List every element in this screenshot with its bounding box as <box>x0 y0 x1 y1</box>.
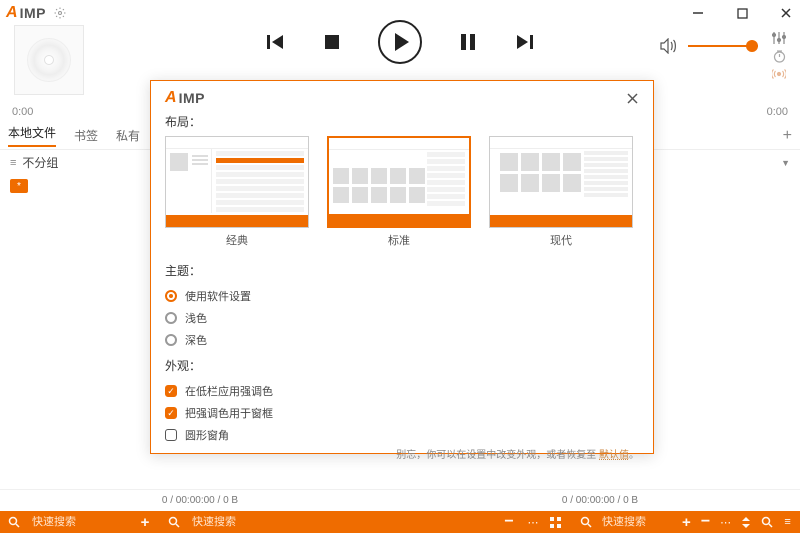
disc-icon <box>27 38 71 82</box>
search-icon[interactable] <box>8 516 22 528</box>
appearance-accent-frame[interactable]: ✓把强调色用于窗框 <box>165 405 639 421</box>
layout-modern[interactable]: 现代 <box>489 136 633 248</box>
radio-icon <box>165 290 177 302</box>
status-right: 0 / 00:00:00 / 0 B <box>400 495 800 506</box>
status-left: 0 / 00:00:00 / 0 B <box>0 495 400 506</box>
time-remaining: 0:00 <box>767 106 788 118</box>
pause-button[interactable] <box>458 32 478 52</box>
bottom-right-segment: + − ⋯ ≡ <box>572 513 800 531</box>
chevron-down-icon: ▼ <box>781 158 790 168</box>
tab-private[interactable]: 私有 <box>116 127 140 144</box>
appearance-accent-bottom[interactable]: ✓在低栏应用强调色 <box>165 383 639 399</box>
settings-icon[interactable] <box>54 7 66 19</box>
theme-option-software[interactable]: 使用软件设置 <box>165 288 639 304</box>
volume-slider[interactable] <box>688 45 758 47</box>
search-icon[interactable] <box>168 516 182 528</box>
add-tab-button[interactable]: + <box>783 127 792 145</box>
layout-classic[interactable]: 经典 <box>165 136 309 248</box>
logo-letter-a: A <box>6 4 18 22</box>
layout-modern-label: 现代 <box>550 232 572 248</box>
layout-dialog: A IMP 布局： 经典 标准 <box>150 80 654 454</box>
quick-search-input-2[interactable] <box>192 516 252 528</box>
volume-control <box>660 38 758 54</box>
bottom-toolbar: + − ⋯ + − ⋯ ≡ <box>0 511 800 533</box>
next-button[interactable] <box>514 32 534 52</box>
timer-icon[interactable] <box>773 50 786 63</box>
app-logo: A IMP <box>6 4 46 22</box>
layout-classic-label: 经典 <box>226 232 248 248</box>
appearance-rounded[interactable]: 圆形窗角 <box>165 427 639 443</box>
minus-icon[interactable]: − <box>701 513 710 531</box>
transport-controls <box>266 20 534 64</box>
search-icon[interactable] <box>580 516 592 528</box>
menu-icon[interactable]: ≡ <box>783 516 792 528</box>
more-icon[interactable]: ⋯ <box>526 516 540 529</box>
layout-standard-label: 标准 <box>388 232 410 248</box>
section-appearance-label: 外观： <box>165 357 639 374</box>
tab-bookmarks[interactable]: 书签 <box>74 127 98 144</box>
time-elapsed: 0:00 <box>12 106 33 118</box>
window-controls <box>690 5 794 21</box>
tab-local-files[interactable]: 本地文件 <box>8 124 56 147</box>
section-layout-label: 布局： <box>165 113 639 130</box>
dialog-close-button[interactable] <box>626 92 639 105</box>
grid-icon[interactable] <box>550 517 564 528</box>
previous-button[interactable] <box>266 32 286 52</box>
dialog-header: A IMP <box>165 89 639 107</box>
close-button[interactable] <box>778 5 794 21</box>
add-icon[interactable]: + <box>682 514 691 531</box>
checkbox-icon: ✓ <box>165 385 177 397</box>
status-bar: 0 / 00:00:00 / 0 B 0 / 00:00:00 / 0 B <box>0 489 800 511</box>
logo-text: IMP <box>20 5 46 21</box>
minimize-button[interactable] <box>690 5 706 21</box>
theme-option-dark[interactable]: 深色 <box>165 332 639 348</box>
volume-thumb[interactable] <box>746 40 758 52</box>
minus-icon[interactable]: − <box>502 513 516 531</box>
checkbox-icon <box>165 429 177 441</box>
stop-button[interactable] <box>322 32 342 52</box>
quick-search-input-1[interactable] <box>32 516 92 528</box>
radio-icon <box>165 312 177 324</box>
equalizer-icon[interactable] <box>772 32 786 44</box>
group-label: 不分组 <box>22 154 58 171</box>
side-controls <box>772 26 786 79</box>
add-icon[interactable]: + <box>138 514 152 531</box>
dialog-footer: 别忘，你可以在设置中改变外观，或者恢复至 默认值。 <box>165 446 639 461</box>
play-icon <box>395 33 409 51</box>
sort-icon[interactable] <box>741 517 751 528</box>
dialog-logo: A IMP <box>165 89 205 107</box>
section-theme-label: 主题： <box>165 262 639 279</box>
more-icon[interactable]: ⋯ <box>720 516 731 529</box>
album-art[interactable] <box>14 25 84 95</box>
theme-option-light[interactable]: 浅色 <box>165 310 639 326</box>
layout-options: 经典 标准 现代 <box>165 136 639 248</box>
playlist-badge[interactable]: * <box>10 179 28 193</box>
bottom-left-segment: + <box>0 514 160 531</box>
restore-default-link[interactable]: 默认值 <box>599 450 629 461</box>
hamburger-icon: ≡ <box>10 157 16 169</box>
volume-icon[interactable] <box>660 38 678 54</box>
bottom-mid-segment: − ⋯ <box>160 513 572 531</box>
checkbox-icon: ✓ <box>165 407 177 419</box>
maximize-button[interactable] <box>734 5 750 21</box>
play-button[interactable] <box>378 20 422 64</box>
search-icon-2[interactable] <box>761 516 773 528</box>
radio-icon <box>165 334 177 346</box>
quick-search-input-3[interactable] <box>602 516 662 528</box>
broadcast-icon[interactable] <box>772 69 786 79</box>
layout-standard[interactable]: 标准 <box>327 136 471 248</box>
